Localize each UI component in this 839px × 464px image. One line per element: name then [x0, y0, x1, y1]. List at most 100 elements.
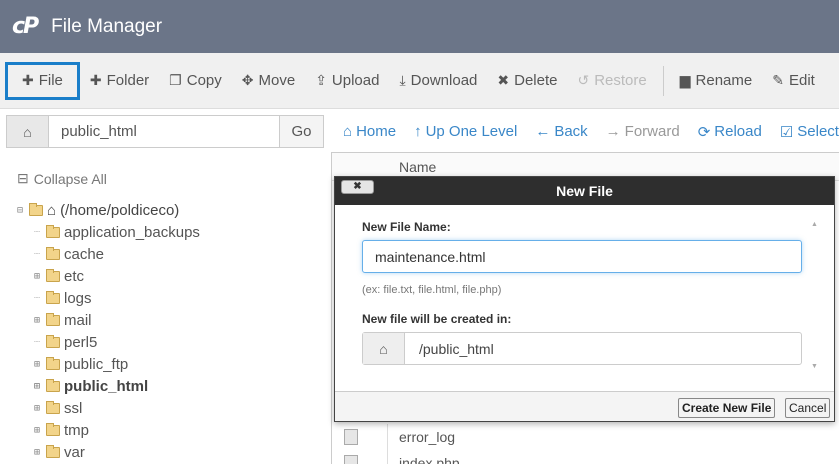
app-title: File Manager	[51, 15, 163, 37]
cancel-button[interactable]: Cancel	[785, 398, 831, 418]
expand-icon[interactable]: ⊞	[34, 359, 46, 370]
home-icon: ⌂	[363, 333, 405, 364]
close-icon: ✖	[497, 72, 510, 88]
tree-item[interactable]: ⊞ etc	[34, 265, 200, 287]
app-header: cP File Manager	[0, 0, 839, 53]
move-icon: ✥	[241, 72, 254, 88]
folder-icon	[46, 444, 60, 458]
home-icon[interactable]: ⌂	[7, 116, 49, 147]
download-button[interactable]: ⤓ Download	[389, 62, 487, 100]
tree-connector: ┈	[34, 336, 41, 348]
nav-bar: ⌂ Home ↑ Up One Level ← Back → Forward ⟳ Relo…	[334, 115, 839, 148]
close-icon[interactable]: ✖	[341, 180, 374, 194]
reload-icon: ⟳	[697, 123, 711, 141]
folder-icon	[46, 290, 60, 304]
arrow-right-icon: →	[605, 123, 621, 140]
collapse-icon[interactable]: ⊟	[17, 205, 29, 216]
new-folder-button[interactable]: ✚ Folder	[80, 62, 159, 100]
home-icon: ⌂	[343, 123, 353, 140]
file-icon	[344, 429, 358, 445]
cpanel-logo: cP	[12, 14, 39, 39]
create-new-file-button[interactable]: Create New File	[678, 398, 776, 418]
tree-item-label: logs	[64, 289, 92, 307]
restore-icon: ↺	[577, 72, 590, 88]
php-file-icon	[344, 455, 358, 464]
folder-icon	[46, 400, 60, 414]
dialog-title: New File	[556, 183, 613, 199]
scroll-up-icon[interactable]: ▲	[811, 221, 818, 228]
tree-item[interactable]: ⊞ var	[34, 441, 200, 463]
back-button[interactable]: ← Back	[526, 123, 596, 140]
tree-item[interactable]: ┈ perl5	[34, 331, 200, 353]
arrow-left-icon: ←	[535, 123, 551, 140]
tree-root[interactable]: ⊟ ⌂ (/home/poldiceco)	[17, 200, 179, 220]
dialog-scrollbar[interactable]: ▲ ▼	[810, 217, 820, 372]
tree-item[interactable]: ┈ cache	[34, 243, 200, 265]
file-name-hint: (ex: file.txt, file.html, file.php)	[362, 284, 502, 296]
new-file-name-label: New File Name:	[362, 220, 451, 234]
location-label: New file will be created in:	[362, 312, 512, 326]
forward-button[interactable]: → Forward	[597, 123, 689, 140]
tree-item[interactable]: ⊞ tmp	[34, 419, 200, 441]
tree-connector: ┈	[34, 226, 41, 238]
expand-icon[interactable]: ⊞	[34, 315, 46, 326]
tree-item-label: ssl	[64, 399, 83, 417]
plus-icon: ✚	[22, 72, 34, 88]
folder-icon	[46, 224, 60, 238]
reload-button[interactable]: ⟳ Reload	[689, 123, 771, 141]
select-all-button[interactable]: ☑Select all	[771, 123, 839, 141]
edit-button[interactable]: ✎ Edit	[762, 62, 825, 100]
file-icon: ▆	[679, 72, 691, 88]
path-bar: ⌂ Go	[6, 115, 324, 148]
go-button[interactable]: Go	[279, 116, 323, 147]
scroll-down-icon[interactable]: ▼	[811, 363, 818, 370]
path-input[interactable]	[49, 116, 279, 147]
collapse-icon: ⊟	[17, 170, 29, 186]
tree-item[interactable]: ⊞ public_html	[34, 375, 200, 397]
tree-item[interactable]: ┈ application_backups	[34, 221, 200, 243]
copy-button[interactable]: ❐ Copy	[159, 62, 232, 100]
tree-item[interactable]: ┈ logs	[34, 287, 200, 309]
folder-icon	[46, 378, 60, 392]
tree-connector: ┈	[34, 292, 41, 304]
location-field: ⌂ /public_html	[362, 332, 802, 365]
up-one-level-button[interactable]: ↑ Up One Level	[405, 123, 526, 140]
home-button[interactable]: ⌂ Home	[334, 123, 405, 140]
rename-button[interactable]: ▆ Rename	[670, 62, 762, 100]
tree-item[interactable]: ⊞ ssl	[34, 397, 200, 419]
tree-item-label: mail	[64, 311, 92, 329]
copy-icon: ❐	[169, 72, 182, 88]
tree-item-label: tmp	[64, 421, 90, 439]
folder-icon	[46, 246, 60, 260]
expand-icon[interactable]: ⊞	[34, 271, 46, 282]
checkbox-icon: ☑	[779, 123, 794, 141]
folder-open-icon	[29, 202, 43, 216]
arrow-up-icon: ↑	[414, 123, 422, 140]
download-icon: ⤓	[399, 72, 406, 88]
new-file-dialog: ✖ New File New File Name: (ex: file.txt,…	[334, 176, 835, 422]
new-file-button[interactable]: ✚ File	[5, 61, 80, 100]
expand-icon[interactable]: ⊞	[34, 425, 46, 436]
move-button[interactable]: ✥ Move	[232, 62, 305, 100]
folder-icon	[46, 334, 60, 348]
table-row[interactable]: error_log	[332, 424, 839, 450]
tree-item[interactable]: ⊞ mail	[34, 309, 200, 331]
dialog-body: New File Name: (ex: file.txt, file.html,…	[335, 205, 834, 391]
toolbar: ✚ File ✚ Folder ❐ Copy ✥ Move ⇪ Upload ⤓ Downl…	[0, 53, 839, 109]
delete-button[interactable]: ✖ Delete	[487, 62, 567, 100]
plus-icon: ✚	[89, 72, 102, 88]
expand-icon[interactable]: ⊞	[34, 381, 46, 392]
location-value: /public_html	[419, 340, 494, 357]
tree-item[interactable]: ⊞ public_ftp	[34, 353, 200, 375]
expand-icon[interactable]: ⊞	[34, 403, 46, 414]
home-icon: ⌂	[47, 201, 57, 219]
folder-icon	[46, 268, 60, 282]
upload-button[interactable]: ⇪ Upload	[305, 62, 389, 100]
expand-icon[interactable]: ⊞	[34, 447, 46, 458]
restore-button[interactable]: ↺ Restore	[567, 62, 656, 100]
table-row[interactable]: index.php	[332, 450, 839, 464]
new-file-name-input[interactable]	[362, 240, 802, 273]
dialog-footer: Create New File Cancel	[335, 391, 834, 421]
tree-item-label: var	[64, 443, 85, 461]
collapse-all-link[interactable]: ⊟ Collapse All	[17, 170, 107, 187]
